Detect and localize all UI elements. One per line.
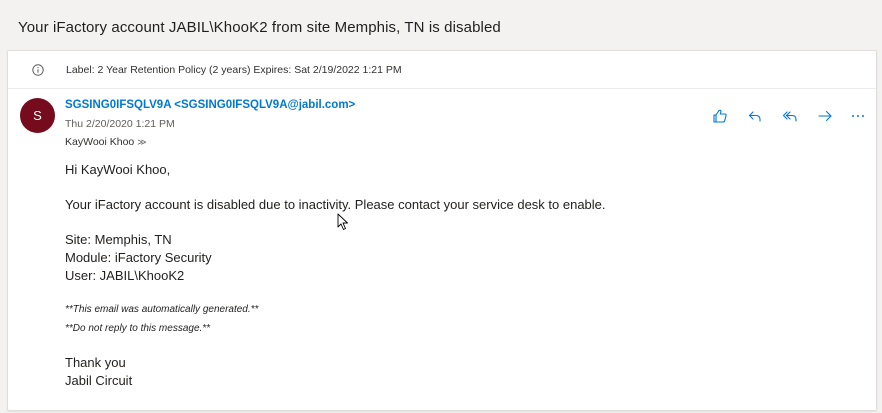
do-not-reply-note: **Do not reply to this message.** — [65, 323, 211, 334]
sender-link[interactable]: SGSING0IFSQLV9A <SGSING0IFSQLV9A@jabil.c… — [65, 99, 355, 111]
message-body: Hi KayWooi Khoo, Your iFactory account i… — [65, 161, 845, 390]
reply-all-icon[interactable] — [781, 107, 799, 125]
closing: Thank you — [65, 355, 126, 370]
expand-recipients-icon[interactable]: ≫ — [137, 137, 146, 147]
signature: Jabil Circuit — [65, 373, 133, 388]
auto-generated-note: **This email was automatically generated… — [65, 304, 259, 315]
retention-bar: Label: 2 Year Retention Policy (2 years)… — [8, 51, 876, 89]
module-line: Module: iFactory Security — [65, 250, 212, 265]
reply-icon[interactable] — [746, 107, 764, 125]
info-icon[interactable] — [32, 63, 44, 76]
retention-label: Label: 2 Year Retention Policy (2 years)… — [66, 64, 402, 76]
mouse-pointer-icon — [337, 213, 349, 231]
greeting: Hi KayWooi Khoo, — [65, 162, 171, 177]
body-message: Your iFactory account is disabled due to… — [65, 197, 606, 212]
recipient[interactable]: KayWooi Khoo ≫ — [65, 136, 147, 148]
sender-avatar[interactable]: S — [20, 98, 55, 133]
email-subject: Your iFactory account JABIL\KhooK2 from … — [18, 19, 501, 36]
sent-date: Thu 2/20/2020 1:21 PM — [65, 118, 175, 130]
forward-icon[interactable] — [816, 107, 834, 125]
thumbs-up-icon[interactable] — [711, 107, 729, 125]
user-line: User: JABIL\KhooK2 — [65, 268, 185, 283]
recipient-name: KayWooi Khoo — [65, 136, 135, 148]
message-card: Label: 2 Year Retention Policy (2 years)… — [7, 50, 877, 411]
more-icon[interactable] — [849, 107, 867, 125]
site-line: Site: Memphis, TN — [65, 232, 172, 247]
